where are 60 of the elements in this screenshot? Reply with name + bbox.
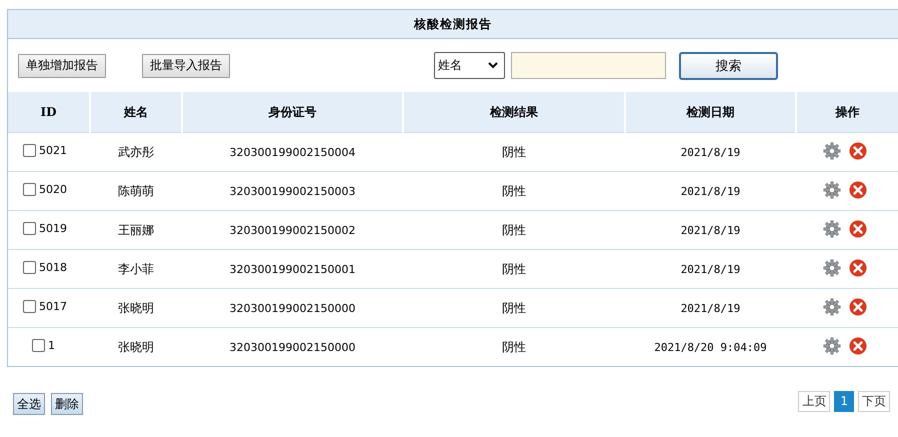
table-cell: 阴性 xyxy=(502,144,526,158)
delete-icon[interactable] xyxy=(848,298,866,316)
column-header: ID xyxy=(8,92,90,132)
column-header: 身份证号 xyxy=(182,92,403,132)
table-cell: 阴性 xyxy=(502,340,526,354)
search-input[interactable] xyxy=(511,52,666,79)
panel-title: 核酸检测报告 xyxy=(8,10,898,39)
page-link[interactable]: 上页 xyxy=(798,390,830,412)
row-checkbox[interactable] xyxy=(23,300,36,313)
table-cell: 2021/8/19 xyxy=(680,263,740,276)
search-button[interactable]: 搜索 xyxy=(679,52,778,80)
column-header: 检测日期 xyxy=(625,92,796,132)
delete-icon[interactable] xyxy=(848,180,866,198)
table-cell: 张晓明 xyxy=(118,300,154,314)
delete-icon[interactable] xyxy=(848,336,866,354)
footer-button[interactable]: 删除 xyxy=(51,393,83,415)
table-cell: 阴性 xyxy=(502,222,526,236)
row-checkbox[interactable] xyxy=(23,144,36,157)
row-checkbox[interactable] xyxy=(23,222,36,235)
column-header: 姓名 xyxy=(90,92,182,132)
table-cell: 武亦彤 xyxy=(118,144,154,158)
table-cell: 320300199002150000 xyxy=(230,302,356,315)
table-cell: 2021/8/19 xyxy=(680,146,740,159)
column-header: 操作 xyxy=(796,92,898,132)
row-checkbox[interactable] xyxy=(23,183,36,196)
table-cell: 2021/8/19 xyxy=(680,302,740,315)
footer-button[interactable]: 全选 xyxy=(13,393,45,415)
delete-icon[interactable] xyxy=(848,220,866,238)
toolbar-button[interactable]: 单独增加报告 xyxy=(18,54,106,78)
table-cell: 陈萌萌 xyxy=(118,184,154,198)
search-field-select[interactable]: 姓名 xyxy=(434,52,505,79)
column-header: 检测结果 xyxy=(403,92,625,132)
table-cell: 5020 xyxy=(39,183,67,196)
table-cell: 5021 xyxy=(39,144,67,157)
table-cell: 5019 xyxy=(39,222,67,235)
page-link[interactable]: 下页 xyxy=(858,390,890,412)
table-cell: 王丽娜 xyxy=(118,222,154,236)
table-cell: 阴性 xyxy=(502,262,526,276)
table-cell: 阴性 xyxy=(502,184,526,198)
toolbar-button[interactable]: 批量导入报告 xyxy=(142,54,230,78)
table-cell: 320300199002150002 xyxy=(230,224,356,237)
row-checkbox[interactable] xyxy=(23,261,36,274)
table-cell: 5017 xyxy=(39,300,67,313)
table-cell: 320300199002150001 xyxy=(230,263,356,276)
table-cell: 1 xyxy=(48,339,55,352)
delete-icon[interactable] xyxy=(848,142,866,160)
chevron-down-icon xyxy=(488,62,498,69)
page-link[interactable]: 1 xyxy=(834,390,854,412)
table-cell: 阴性 xyxy=(502,300,526,314)
table-cell: 张晓明 xyxy=(118,340,154,354)
table-cell: 5018 xyxy=(39,261,67,274)
table-cell: 320300199002150003 xyxy=(230,185,356,198)
delete-icon[interactable] xyxy=(848,258,866,276)
table-cell: 李小菲 xyxy=(118,262,154,276)
table-cell: 2021/8/20 9:04:09 xyxy=(654,341,767,354)
table-cell: 2021/8/19 xyxy=(680,185,740,198)
table-cell: 2021/8/19 xyxy=(680,224,740,237)
table-cell: 320300199002150004 xyxy=(230,146,356,159)
row-checkbox[interactable] xyxy=(32,339,45,352)
table-cell: 320300199002150000 xyxy=(230,341,356,354)
